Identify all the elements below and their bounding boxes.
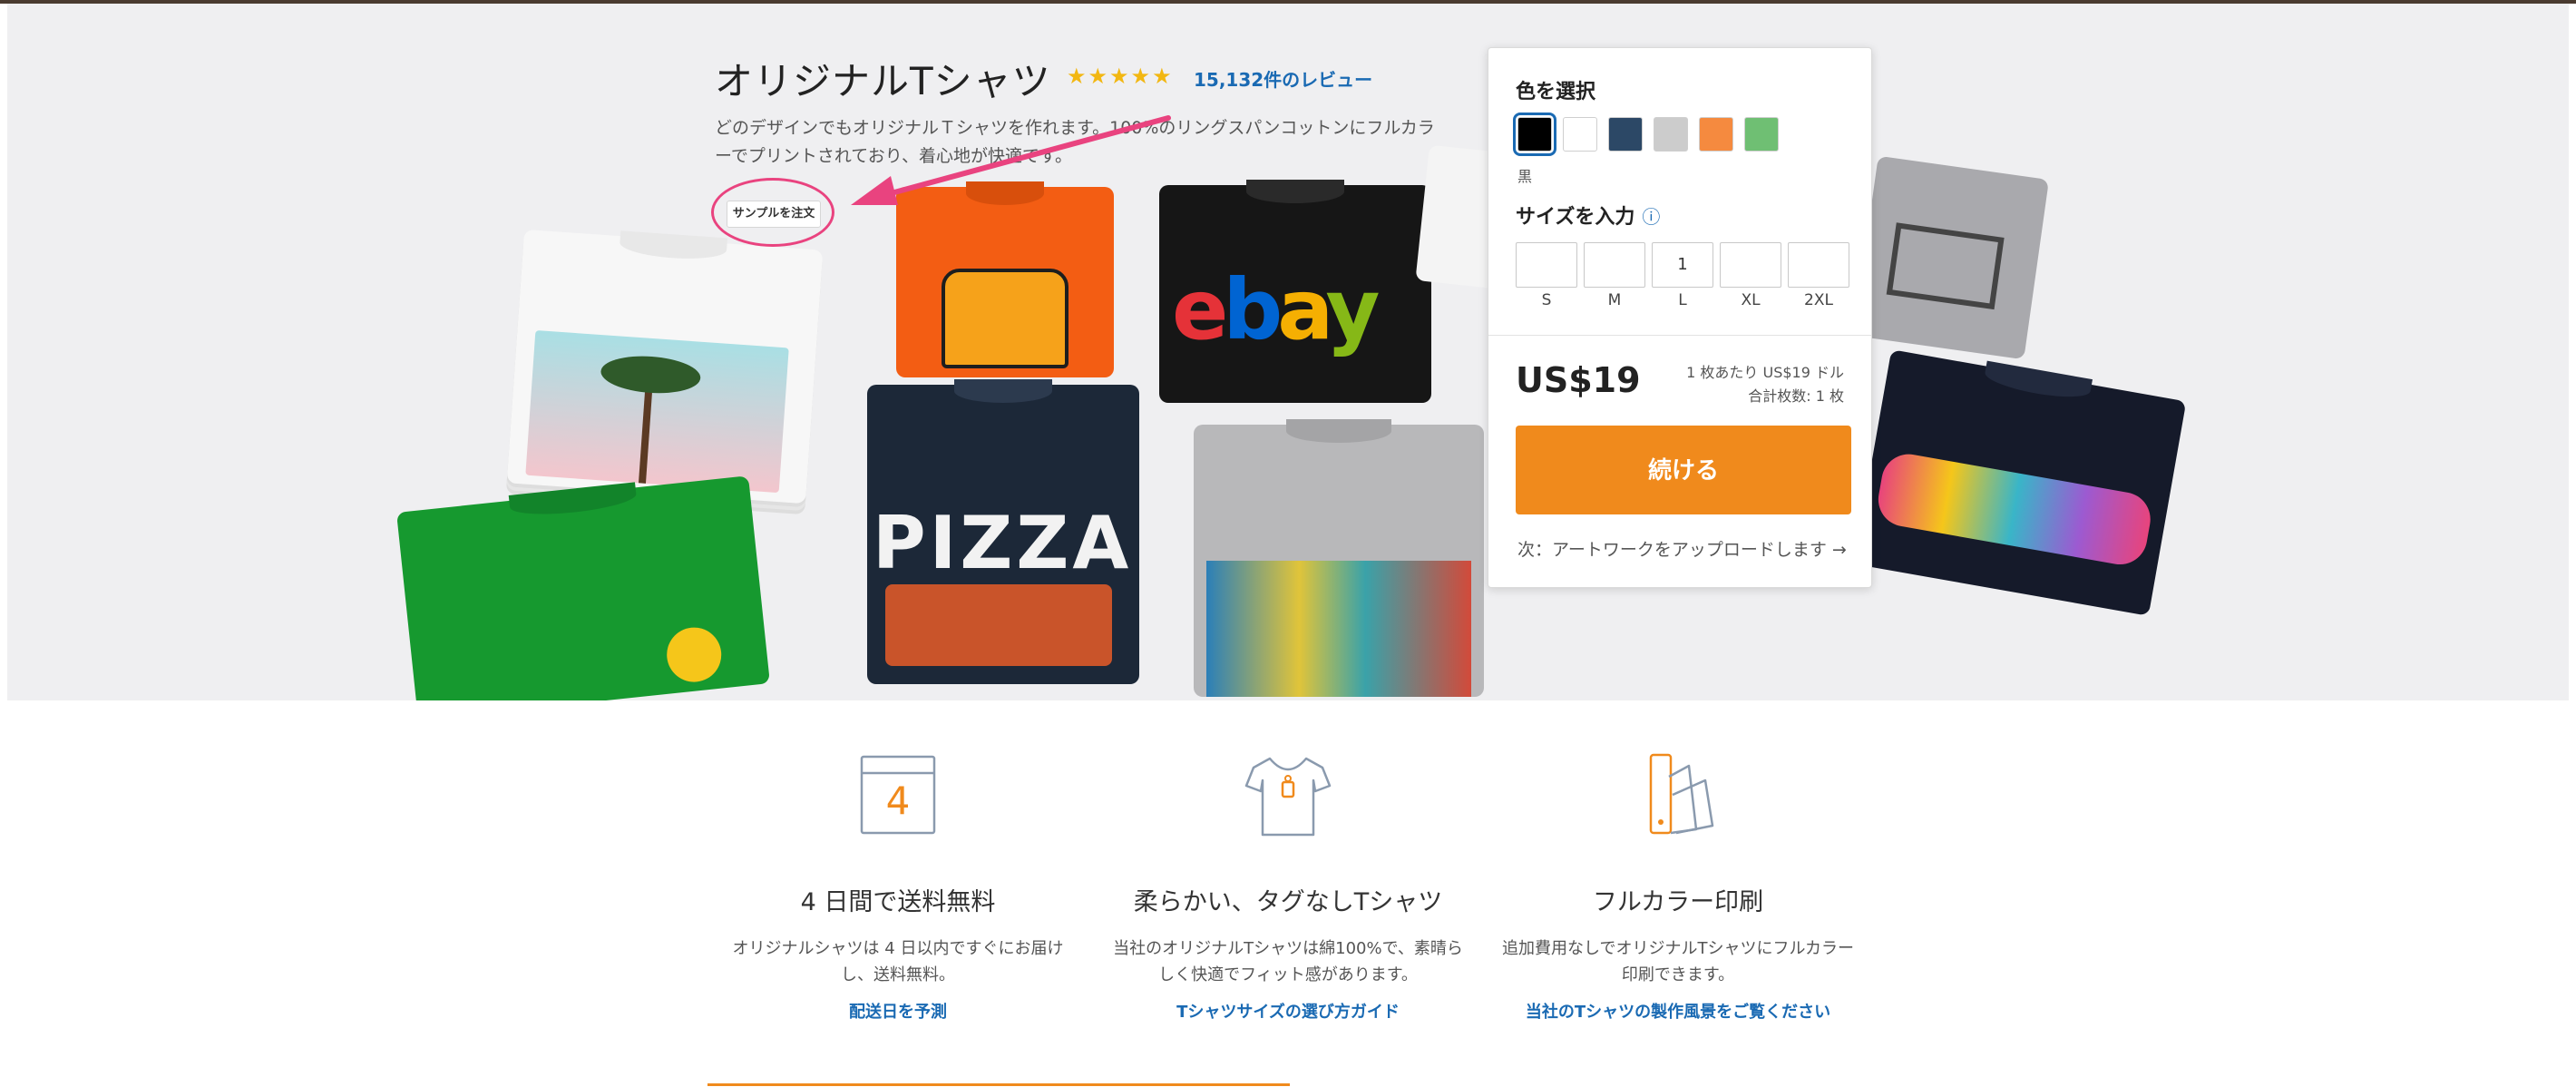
ebay-letter: e bbox=[1172, 261, 1228, 358]
pizza-print: PIZZA bbox=[873, 501, 1133, 585]
info-icon[interactable]: ⓘ bbox=[1642, 206, 1660, 228]
tshirt-gray-graffiti bbox=[1194, 419, 1484, 697]
size-input-label: サイズを入力 ⓘ bbox=[1516, 201, 1660, 230]
estimate-delivery-link[interactable]: 配送日を予測 bbox=[707, 999, 1088, 1023]
tshirt-white-palm bbox=[506, 229, 824, 504]
feature-free-shipping: 4 4 日間で送料無料 オリジナルシャツは 4 日以内ですぐにお届けし、送料無料… bbox=[707, 749, 1088, 1023]
total-count: 合計枚数: 1 枚 bbox=[1748, 387, 1844, 405]
tshirt-gray-partial bbox=[1853, 155, 2049, 360]
color-swatch-black[interactable] bbox=[1513, 113, 1556, 156]
reviews-link[interactable]: 15,132件のレビュー bbox=[1194, 65, 1372, 92]
feature-description: オリジナルシャツは 4 日以内ですぐにお届けし、送料無料。 bbox=[732, 939, 1064, 984]
rating-stars: ★★★★★ bbox=[1067, 64, 1174, 89]
calendar-icon: 4 bbox=[853, 749, 943, 840]
color-swatch-orange[interactable] bbox=[1699, 117, 1733, 152]
color-swatch-navy[interactable] bbox=[1608, 117, 1643, 152]
unit-price: US$19 bbox=[1516, 360, 1641, 400]
size-qty-2xl[interactable] bbox=[1788, 242, 1849, 288]
size-input-label-text: サイズを入力 bbox=[1516, 206, 1635, 229]
feature-title: 柔らかい、タグなしTシャツ bbox=[1133, 888, 1443, 916]
size-label-s: S bbox=[1541, 291, 1552, 309]
color-swatch-icon bbox=[1633, 749, 1723, 840]
hero-section: ebay PIZZA オリジナルTシャツ ★★★★★ 15,132件のレビュー … bbox=[7, 4, 2569, 700]
feature-description: 当社のオリジナルTシャツは綿100%で、素晴らしく快適でフィット感があります。 bbox=[1113, 939, 1463, 984]
size-label-xl: XL bbox=[1741, 291, 1761, 309]
ebay-letter: a bbox=[1277, 261, 1331, 358]
size-qty-l[interactable]: 1 bbox=[1652, 242, 1713, 288]
panel-divider bbox=[1488, 335, 1871, 336]
ebay-letter: y bbox=[1325, 261, 1381, 358]
production-view-link[interactable]: 当社のTシャツの製作風景をご覧ください bbox=[1488, 999, 1869, 1023]
tshirt-orange-tiger bbox=[896, 181, 1114, 377]
size-guide-link[interactable]: Tシャツサイズの選び方ガイド bbox=[1098, 999, 1478, 1023]
size-qty-s[interactable] bbox=[1516, 242, 1577, 288]
tshirt-black-ebay: ebay bbox=[1159, 180, 1431, 403]
tshirt-tag-icon bbox=[1243, 749, 1333, 840]
size-label-l: L bbox=[1678, 291, 1687, 309]
section-underline bbox=[707, 1083, 1290, 1086]
feature-soft-tagless: 柔らかい、タグなしTシャツ 当社のオリジナルTシャツは綿100%で、素晴らしく快… bbox=[1098, 749, 1478, 1023]
next-step-text: 次：アートワークをアップロードします → bbox=[1517, 540, 1847, 560]
order-panel: 色を選択 黒 サイズを入力 ⓘ 1 S M L XL 2XL US$19 1 枚あ… bbox=[1488, 47, 1872, 588]
feature-title: フルカラー印刷 bbox=[1592, 888, 1764, 916]
highlight-arrow-icon bbox=[851, 115, 1171, 205]
size-qty-m[interactable] bbox=[1584, 242, 1645, 288]
feature-description: 追加費用なしでオリジナルTシャツにフルカラー印刷できます。 bbox=[1502, 939, 1854, 984]
continue-button[interactable]: 続ける bbox=[1516, 426, 1851, 514]
feature-title: 4 日間で送料無料 bbox=[800, 888, 996, 916]
tshirt-navy-pizza: PIZZA bbox=[867, 379, 1139, 684]
color-swatch-gray[interactable] bbox=[1654, 117, 1688, 152]
ebay-letter: b bbox=[1223, 261, 1283, 358]
product-title: オリジナルTシャツ bbox=[715, 59, 1051, 103]
order-sample-button[interactable]: サンプルを注文 bbox=[727, 201, 821, 228]
sample-highlight-circle: サンプルを注文 bbox=[711, 178, 834, 247]
size-label-m: M bbox=[1607, 291, 1622, 309]
selected-color-name: 黒 bbox=[1517, 168, 1533, 185]
size-qty-xl[interactable] bbox=[1720, 242, 1781, 288]
color-swatch-white[interactable] bbox=[1563, 117, 1597, 152]
feature-full-color: フルカラー印刷 追加費用なしでオリジナルTシャツにフルカラー印刷できます。 当社… bbox=[1488, 749, 1869, 1023]
color-swatch-green[interactable] bbox=[1744, 117, 1779, 152]
size-label-2xl: 2XL bbox=[1804, 291, 1833, 309]
color-select-label: 色を選択 bbox=[1516, 81, 1596, 103]
price-per-unit: 1 枚あたり US$19 ドル bbox=[1686, 364, 1844, 381]
tshirt-black-sprinkle bbox=[1853, 349, 2187, 616]
tshirt-green bbox=[396, 475, 770, 700]
calendar-number: 4 bbox=[885, 779, 911, 823]
